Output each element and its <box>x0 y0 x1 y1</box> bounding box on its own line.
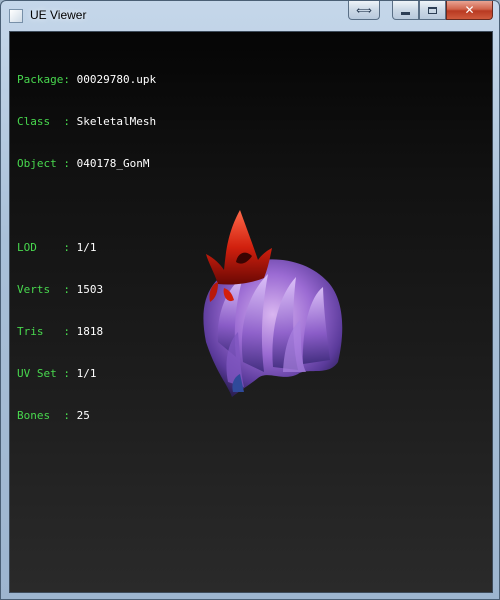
double-arrow-icon: ⟺ <box>356 3 372 17</box>
stat-label: Bones : <box>17 409 70 422</box>
info-row-object: Object : 040178_GonM <box>17 157 156 171</box>
maximize-button[interactable] <box>419 1 446 20</box>
stat-label: Verts : <box>17 283 70 296</box>
stat-label: UV Set : <box>17 367 70 380</box>
minimize-icon <box>401 11 410 15</box>
close-icon: ✕ <box>464 3 475 17</box>
restore-size-button[interactable]: ⟺ <box>348 1 380 20</box>
stat-label: Tris : <box>17 325 70 338</box>
stat-label: LOD : <box>17 241 70 254</box>
stat-row-verts: Verts : 1503 <box>17 283 156 297</box>
info-value: SkeletalMesh <box>76 115 157 128</box>
stat-value: 1503 <box>76 283 104 296</box>
info-value: 040178_GonM <box>76 157 150 170</box>
app-window: UE Viewer ⟺ ✕ Package: 00029780.upk Clas… <box>0 0 500 600</box>
stat-row-tris: Tris : 1818 <box>17 325 156 339</box>
title-bar[interactable]: UE Viewer ⟺ ✕ <box>1 1 499 31</box>
info-row-class: Class : SkeletalMesh <box>17 115 156 129</box>
stat-row-uvset: UV Set : 1/1 <box>17 367 156 381</box>
info-label: Package: <box>17 73 70 86</box>
minimize-button[interactable] <box>392 1 419 20</box>
info-value: 00029780.upk <box>76 73 157 86</box>
skeletal-mesh-render <box>203 210 343 397</box>
close-button[interactable]: ✕ <box>446 1 493 20</box>
info-label: Object : <box>17 157 70 170</box>
maximize-icon <box>428 6 437 14</box>
stat-value: 25 <box>76 409 90 422</box>
stat-row-bones: Bones : 25 <box>17 409 156 423</box>
info-row-package: Package: 00029780.upk <box>17 73 156 87</box>
stat-value: 1/1 <box>76 241 97 254</box>
info-label: Class : <box>17 115 70 128</box>
stat-row-lod: LOD : 1/1 <box>17 241 156 255</box>
stat-value: 1818 <box>76 325 104 338</box>
mesh-info-overlay: Package: 00029780.upk Class : SkeletalMe… <box>17 45 156 451</box>
app-icon <box>9 9 23 23</box>
render-viewport[interactable]: Package: 00029780.upk Class : SkeletalMe… <box>9 31 493 593</box>
window-title: UE Viewer <box>30 8 87 22</box>
stat-value: 1/1 <box>76 367 97 380</box>
